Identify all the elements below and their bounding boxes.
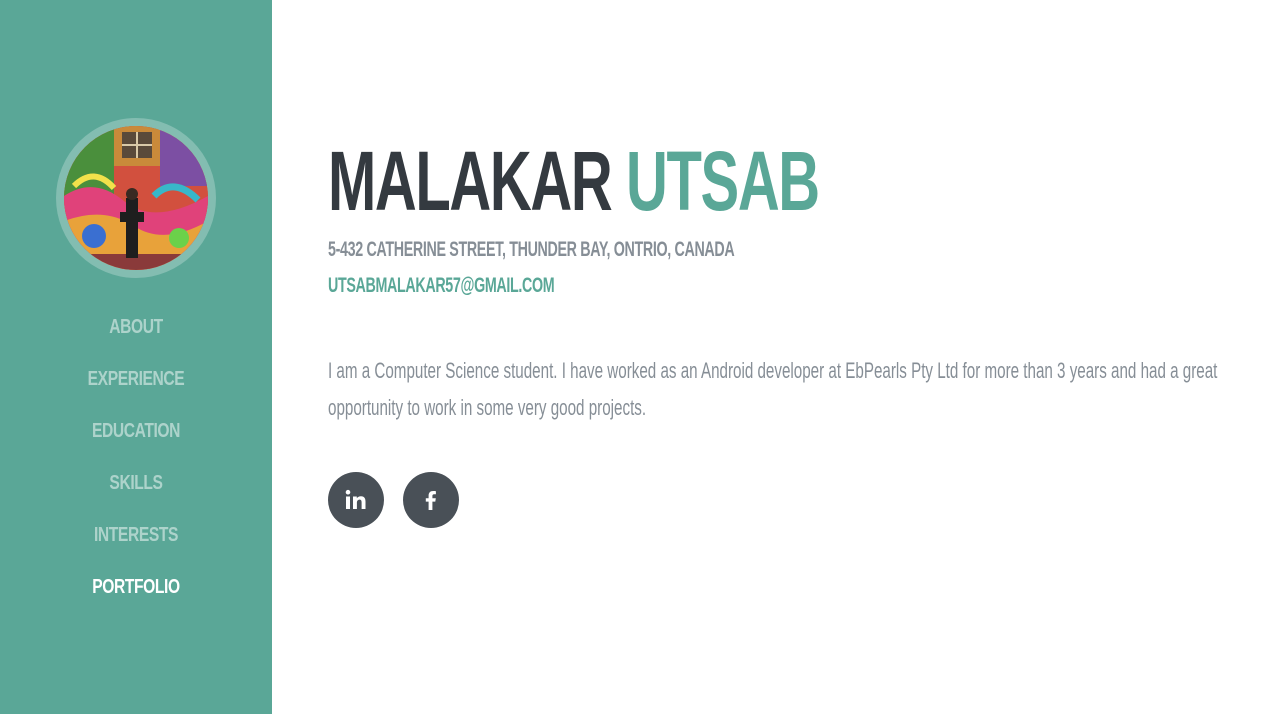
avatar[interactable] [56,118,216,278]
first-name: MALAKAR [328,134,613,228]
nav-item-experience[interactable]: Experience [30,361,242,413]
sidebar-nav: About Experience Education Skills Intere… [0,309,272,621]
bio-text: I am a Computer Science student. I have … [328,358,1218,420]
nav-item-interests[interactable]: Interests [30,517,242,569]
email-link[interactable]: UTSABMALAKAR57@GMAIL.COM [328,274,555,298]
facebook-button[interactable] [403,472,459,528]
nav-item-education[interactable]: Education [30,413,242,465]
last-name: UTSAB [626,134,820,228]
linkedin-button[interactable] [328,472,384,528]
sidebar: About Experience Education Skills Intere… [0,0,272,714]
profile-photo [64,126,208,270]
nav-item-portfolio[interactable]: Portfolio [30,569,242,621]
nav-item-skills[interactable]: Skills [30,465,242,517]
address: 5-432 CATHERINE STREET, THUNDER BAY, ONT… [328,238,735,261]
linkedin-icon [345,489,366,509]
profile-photo-image [64,126,208,270]
nav-item-about[interactable]: About [30,309,242,361]
page-title: MALAKAR UTSAB [328,134,820,228]
social-icons [328,472,459,528]
facebook-icon [425,491,436,510]
